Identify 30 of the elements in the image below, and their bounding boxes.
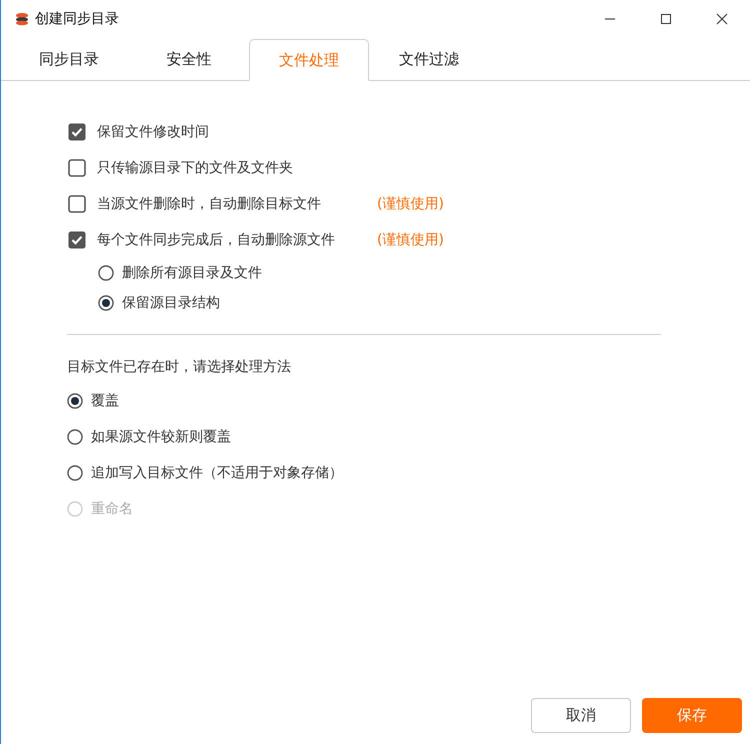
tab[interactable]: 文件过滤 bbox=[369, 38, 489, 80]
checkbox[interactable] bbox=[68, 159, 86, 177]
option-label: 当源文件删除时，自动删除目标文件 bbox=[97, 194, 322, 214]
checkbox[interactable] bbox=[68, 123, 86, 141]
window-title: 创建同步目录 bbox=[35, 10, 119, 28]
option-label: 覆盖 bbox=[91, 392, 119, 410]
radio-button[interactable] bbox=[67, 465, 83, 481]
option-label: 追加写入目标文件（不适用于对象存储） bbox=[91, 464, 343, 482]
radio-button[interactable] bbox=[98, 295, 114, 311]
option-label: 保留源目录结构 bbox=[122, 294, 220, 312]
option-label: 如果源文件较新则覆盖 bbox=[91, 428, 231, 446]
option-label: 重命名 bbox=[91, 500, 133, 518]
option-label: 每个文件同步完成后，自动删除源文件 bbox=[97, 230, 336, 250]
tab[interactable]: 安全性 bbox=[129, 38, 249, 80]
tab[interactable]: 同步目录 bbox=[9, 38, 129, 80]
close-icon[interactable] bbox=[716, 13, 728, 25]
radio-button[interactable] bbox=[67, 393, 83, 409]
section-heading: 目标文件已存在时，请选择处理方法 bbox=[67, 358, 292, 377]
option-label: 删除所有源目录及文件 bbox=[122, 264, 262, 282]
radio-button[interactable] bbox=[67, 429, 83, 445]
option-label: 只传输源目录下的文件及文件夹 bbox=[97, 158, 294, 178]
checkbox[interactable] bbox=[68, 231, 86, 249]
warning-note: (谨慎使用) bbox=[377, 194, 444, 214]
radio-button[interactable] bbox=[98, 265, 114, 281]
checkbox[interactable] bbox=[68, 195, 86, 213]
warning-note: (谨慎使用) bbox=[377, 230, 444, 250]
cancel-button[interactable]: 取消 bbox=[531, 698, 631, 733]
maximize-icon[interactable] bbox=[660, 13, 672, 25]
option-label: 保留文件修改时间 bbox=[97, 122, 210, 142]
app-logo-icon bbox=[15, 12, 29, 26]
